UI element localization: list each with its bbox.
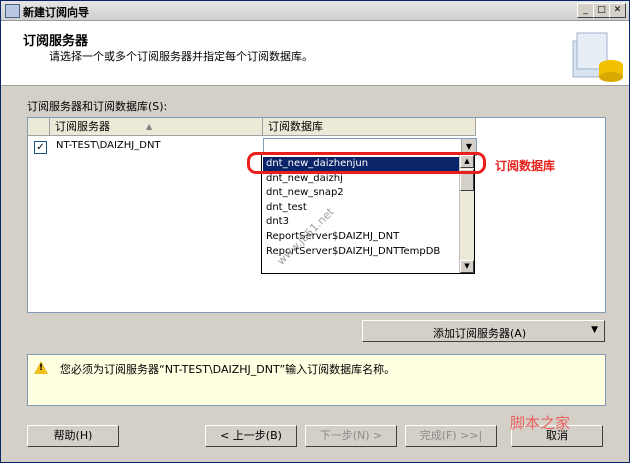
- scroll-down-icon[interactable]: ▼: [460, 260, 474, 273]
- title-bar: 新建订阅向导 _ □ ✕: [1, 1, 629, 21]
- maximize-icon[interactable]: □: [593, 3, 610, 18]
- app-icon: [5, 4, 20, 18]
- dropdown-item[interactable]: dnt_new_daizhj: [266, 173, 343, 187]
- page-subtitle: 请选择一个或多个订阅服务器并指定每个订阅数据库。: [49, 50, 313, 63]
- back-button[interactable]: < 上一步(B): [205, 425, 297, 447]
- wizard-body: 订阅服务器和订阅数据库(S): 订阅服务器 ▲ 订阅数据库 ✓ NT-TEST\…: [1, 86, 629, 462]
- wizard-header: 订阅服务器 请选择一个或多个订阅服务器并指定每个订阅数据库。: [1, 21, 629, 86]
- dropdown-item[interactable]: ReportServer$DAIZHJ_DNT: [266, 231, 399, 245]
- message-text: 您必须为订阅服务器“NT-TEST\DAIZHJ_DNT”输入订阅数据库名称。: [60, 363, 396, 376]
- close-icon[interactable]: ✕: [609, 3, 626, 18]
- grid-label: 订阅服务器和订阅数据库(S):: [27, 100, 168, 113]
- annotation-label: 订阅数据库: [495, 159, 556, 173]
- grid-header-db[interactable]: 订阅数据库: [263, 118, 476, 136]
- add-subscriber-button[interactable]: 添加订阅服务器(A) ▼: [362, 320, 605, 342]
- finish-button[interactable]: 完成(F) >>|: [405, 425, 497, 447]
- dropdown-item[interactable]: dnt3: [266, 216, 289, 230]
- site-credit: 脚本之家: [510, 414, 571, 432]
- window-title: 新建订阅向导: [23, 6, 89, 19]
- help-button[interactable]: 帮助(H): [27, 425, 119, 447]
- grid-header-server[interactable]: 订阅服务器 ▲: [50, 118, 263, 136]
- subscriber-checkbox[interactable]: ✓: [34, 141, 47, 154]
- dropdown-item[interactable]: dnt_test: [266, 202, 307, 216]
- grid-header-check: [28, 118, 50, 136]
- sort-asc-icon: ▲: [146, 122, 153, 131]
- dropdown-item[interactable]: dnt_new_snap2: [266, 187, 344, 201]
- server-name-cell: NT-TEST\DAIZHJ_DNT: [56, 140, 161, 151]
- warning-message: ! 您必须为订阅服务器“NT-TEST\DAIZHJ_DNT”输入订阅数据库名称…: [27, 354, 606, 406]
- chevron-down-icon[interactable]: ▼: [591, 325, 598, 335]
- page-title: 订阅服务器: [23, 34, 89, 49]
- minimize-icon[interactable]: _: [577, 3, 594, 18]
- warning-icon: !: [34, 361, 48, 374]
- annotation-highlight: [247, 152, 486, 174]
- next-button[interactable]: 下一步(N) >: [305, 425, 397, 447]
- database-logo-icon: [572, 32, 623, 82]
